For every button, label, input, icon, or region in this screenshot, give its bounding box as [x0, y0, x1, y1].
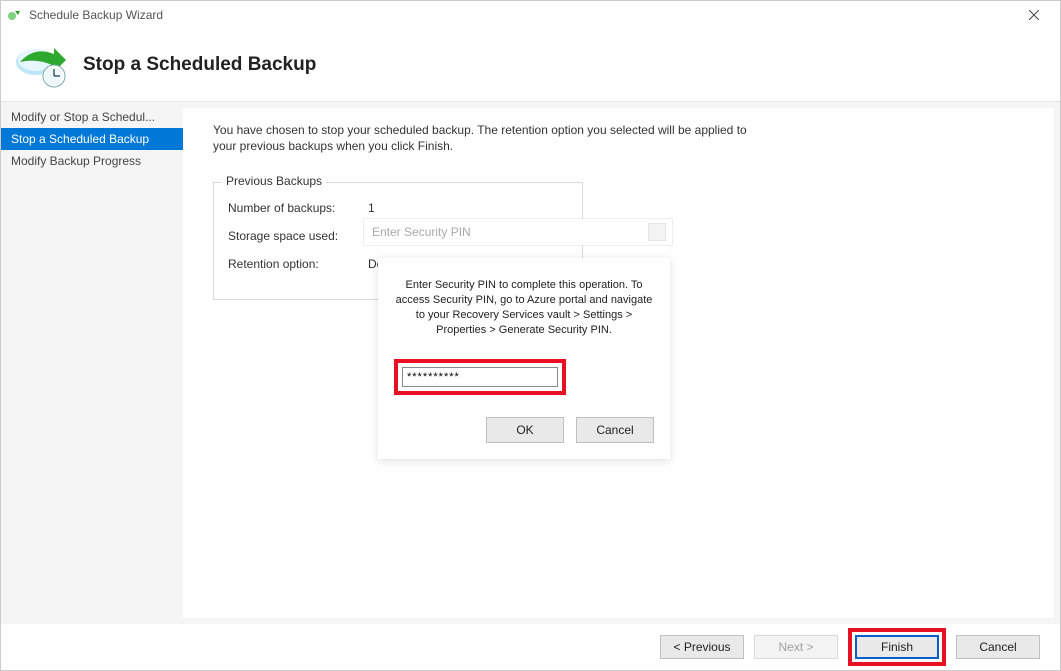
label-number-of-backups: Number of backups:	[228, 201, 368, 215]
wizard-window: Schedule Backup Wizard Stop a Scheduled …	[0, 0, 1061, 671]
wizard-steps-sidebar: Modify or Stop a Schedul... Stop a Sched…	[1, 102, 183, 624]
finish-button-highlight: Finish	[848, 628, 946, 666]
titlebar-left: Schedule Backup Wizard	[7, 7, 163, 23]
sidebar-item-stop-scheduled[interactable]: Stop a Scheduled Backup	[1, 128, 183, 150]
header-icon	[13, 40, 73, 90]
pin-field-highlight	[394, 359, 566, 395]
security-pin-disabled-button	[648, 223, 666, 241]
security-pin-disabled-field: Enter Security PIN	[363, 218, 673, 246]
row-number-of-backups: Number of backups: 1	[228, 201, 568, 215]
security-pin-input[interactable]	[402, 367, 558, 387]
titlebar: Schedule Backup Wizard	[1, 1, 1060, 29]
sidebar-item-modify-or-stop[interactable]: Modify or Stop a Schedul...	[1, 106, 183, 128]
dialog-cancel-button[interactable]: Cancel	[576, 417, 654, 443]
page-title: Stop a Scheduled Backup	[83, 54, 316, 76]
dialog-button-row: OK Cancel	[394, 417, 654, 443]
dialog-message: Enter Security PIN to complete this oper…	[394, 278, 654, 337]
value-number-of-backups: 1	[368, 201, 375, 215]
window-title: Schedule Backup Wizard	[29, 8, 163, 22]
app-icon	[7, 7, 23, 23]
sidebar-item-modify-progress[interactable]: Modify Backup Progress	[1, 150, 183, 172]
label-retention-option: Retention option:	[228, 257, 368, 271]
previous-button[interactable]: < Previous	[660, 635, 744, 659]
dialog-ok-button[interactable]: OK	[486, 417, 564, 443]
cancel-button[interactable]: Cancel	[956, 635, 1040, 659]
security-pin-dialog: Enter Security PIN to complete this oper…	[378, 258, 670, 459]
wizard-footer: < Previous Next > Finish Cancel	[1, 624, 1060, 670]
finish-button[interactable]: Finish	[855, 635, 939, 659]
next-button: Next >	[754, 635, 838, 659]
wizard-main-panel: You have chosen to stop your scheduled b…	[183, 108, 1054, 618]
wizard-body: Modify or Stop a Schedul... Stop a Sched…	[1, 102, 1060, 624]
label-storage-used: Storage space used:	[228, 229, 368, 243]
group-legend: Previous Backups	[222, 174, 326, 188]
security-pin-placeholder: Enter Security PIN	[364, 225, 648, 239]
intro-text: You have chosen to stop your scheduled b…	[213, 122, 773, 154]
header-band: Stop a Scheduled Backup	[1, 29, 1060, 102]
close-button[interactable]	[1014, 1, 1054, 29]
